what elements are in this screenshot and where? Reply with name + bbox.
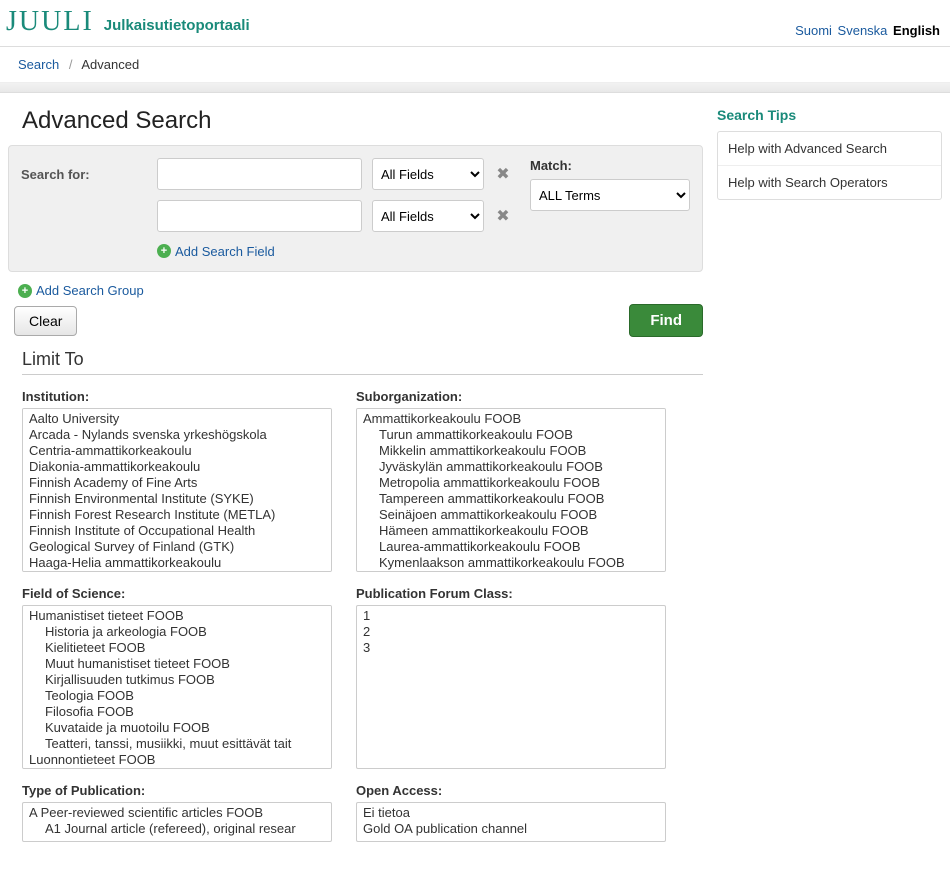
- list-item[interactable]: Seinäjoen ammattikorkeakoulu FOOB: [361, 507, 661, 523]
- list-item[interactable]: Muut humanistiset tieteet FOOB: [27, 656, 327, 672]
- suborg-label: Suborganization:: [356, 389, 666, 404]
- search-tips-box: Help with Advanced Search Help with Sear…: [717, 131, 942, 200]
- list-item[interactable]: Jyväskylän ammattikorkeakoulu FOOB: [361, 459, 661, 475]
- field-of-science-label: Field of Science:: [22, 586, 332, 601]
- remove-row-icon[interactable]: ✖: [494, 206, 512, 226]
- language-switcher: Suomi Svenska English: [793, 23, 940, 38]
- institution-label: Institution:: [22, 389, 332, 404]
- add-search-field-link[interactable]: + Add Search Field: [157, 244, 275, 259]
- brand-subtitle[interactable]: Julkaisutietoportaali: [104, 17, 250, 34]
- limit-to-heading: Limit To: [22, 349, 703, 375]
- search-field-select-2[interactable]: All Fields: [372, 200, 484, 232]
- pubtype-label: Type of Publication:: [22, 783, 332, 798]
- add-search-group-link[interactable]: + Add Search Group: [18, 283, 144, 298]
- breadcrumb-sep: /: [69, 57, 73, 72]
- list-item[interactable]: Arcada - Nylands svenska yrkeshögskola: [27, 427, 327, 443]
- search-for-label: Search for:: [21, 167, 147, 182]
- lang-en[interactable]: English: [893, 23, 940, 38]
- list-item[interactable]: Aalto University: [27, 411, 327, 427]
- list-item[interactable]: Teatteri, tanssi, musiikki, muut esittäv…: [27, 736, 327, 752]
- search-group: Search for: All Fields ✖ All Fields: [8, 145, 703, 272]
- lang-fi[interactable]: Suomi: [795, 23, 832, 38]
- list-item[interactable]: 2: [361, 624, 661, 640]
- list-item[interactable]: Ammattikorkeakoulu FOOB: [361, 411, 661, 427]
- list-item[interactable]: Luonnontieteet FOOB: [27, 752, 327, 768]
- institution-select[interactable]: Aalto UniversityArcada - Nylands svenska…: [22, 408, 332, 572]
- openaccess-select[interactable]: Ei tietoaGold OA publication channel: [356, 802, 666, 842]
- breadcrumb-advanced: Advanced: [81, 57, 139, 72]
- clear-button[interactable]: Clear: [14, 306, 77, 336]
- suborg-select[interactable]: Ammattikorkeakoulu FOOBTurun ammattikork…: [356, 408, 666, 572]
- list-item[interactable]: Centria-ammattikorkeakoulu: [27, 443, 327, 459]
- list-item[interactable]: A Peer-reviewed scientific articles FOOB: [27, 805, 327, 821]
- list-item[interactable]: Kielitieteet FOOB: [27, 640, 327, 656]
- list-item[interactable]: Kirjallisuuden tutkimus FOOB: [27, 672, 327, 688]
- list-item[interactable]: Historia ja arkeologia FOOB: [27, 624, 327, 640]
- list-item[interactable]: Ei tietoa: [361, 805, 661, 821]
- plus-icon: +: [157, 244, 171, 258]
- find-button[interactable]: Find: [629, 304, 703, 337]
- help-operators-link[interactable]: Help with Search Operators: [718, 166, 941, 199]
- list-item[interactable]: Filosofia FOOB: [27, 704, 327, 720]
- list-item[interactable]: Finnish Environmental Institute (SYKE): [27, 491, 327, 507]
- list-item[interactable]: Finnish Academy of Fine Arts: [27, 475, 327, 491]
- plus-icon: +: [18, 284, 32, 298]
- list-item[interactable]: Humanistiset tieteet FOOB: [27, 608, 327, 624]
- list-item[interactable]: Teologia FOOB: [27, 688, 327, 704]
- pubforum-label: Publication Forum Class:: [356, 586, 666, 601]
- list-item[interactable]: Tampereen ammattikorkeakoulu FOOB: [361, 491, 661, 507]
- list-item[interactable]: Finnish Institute of Occupational Health: [27, 523, 327, 539]
- lang-sv[interactable]: Svenska: [838, 23, 888, 38]
- list-item[interactable]: Metropolia ammattikorkeakoulu FOOB: [361, 475, 661, 491]
- list-item[interactable]: Kymenlaakson ammattikorkeakoulu FOOB: [361, 555, 661, 571]
- match-label: Match:: [530, 158, 690, 173]
- help-advanced-link[interactable]: Help with Advanced Search: [718, 132, 941, 166]
- page-title: Advanced Search: [22, 107, 703, 135]
- breadcrumb-search[interactable]: Search: [18, 57, 59, 72]
- list-item[interactable]: Kuvataide ja muotoilu FOOB: [27, 720, 327, 736]
- list-item[interactable]: Geological Survey of Finland (GTK): [27, 539, 327, 555]
- list-item[interactable]: Hämeen ammattikorkeakoulu FOOB: [361, 523, 661, 539]
- list-item[interactable]: Laurea-ammattikorkeakoulu FOOB: [361, 539, 661, 555]
- search-term-input-1[interactable]: [157, 158, 362, 190]
- topbar: JUULI Julkaisutietoportaali Suomi Svensk…: [0, 0, 950, 47]
- list-item[interactable]: Mikkelin ammattikorkeakoulu FOOB: [361, 443, 661, 459]
- brand: JUULI Julkaisutietoportaali: [6, 6, 250, 38]
- openaccess-label: Open Access:: [356, 783, 666, 798]
- list-item[interactable]: 3: [361, 640, 661, 656]
- brand-logo[interactable]: JUULI: [6, 6, 94, 38]
- search-term-input-2[interactable]: [157, 200, 362, 232]
- pubtype-select[interactable]: A Peer-reviewed scientific articles FOOB…: [22, 802, 332, 842]
- decorative-band: [0, 83, 950, 93]
- list-item[interactable]: Gold OA publication channel: [361, 821, 661, 837]
- breadcrumb: Search / Advanced: [0, 47, 950, 83]
- list-item[interactable]: Turun ammattikorkeakoulu FOOB: [361, 427, 661, 443]
- match-select[interactable]: ALL Terms: [530, 179, 690, 211]
- list-item[interactable]: Finnish Forest Research Institute (METLA…: [27, 507, 327, 523]
- search-field-select-1[interactable]: All Fields: [372, 158, 484, 190]
- remove-row-icon[interactable]: ✖: [494, 164, 512, 184]
- list-item[interactable]: 1: [361, 608, 661, 624]
- pubforum-select[interactable]: 123: [356, 605, 666, 769]
- list-item[interactable]: Diakonia-ammattikorkeakoulu: [27, 459, 327, 475]
- list-item[interactable]: Haaga-Helia ammattikorkeakoulu: [27, 555, 327, 571]
- list-item[interactable]: A1 Journal article (refereed), original …: [27, 821, 327, 837]
- search-tips-heading: Search Tips: [717, 107, 942, 123]
- field-of-science-select[interactable]: Humanistiset tieteet FOOBHistoria ja ark…: [22, 605, 332, 769]
